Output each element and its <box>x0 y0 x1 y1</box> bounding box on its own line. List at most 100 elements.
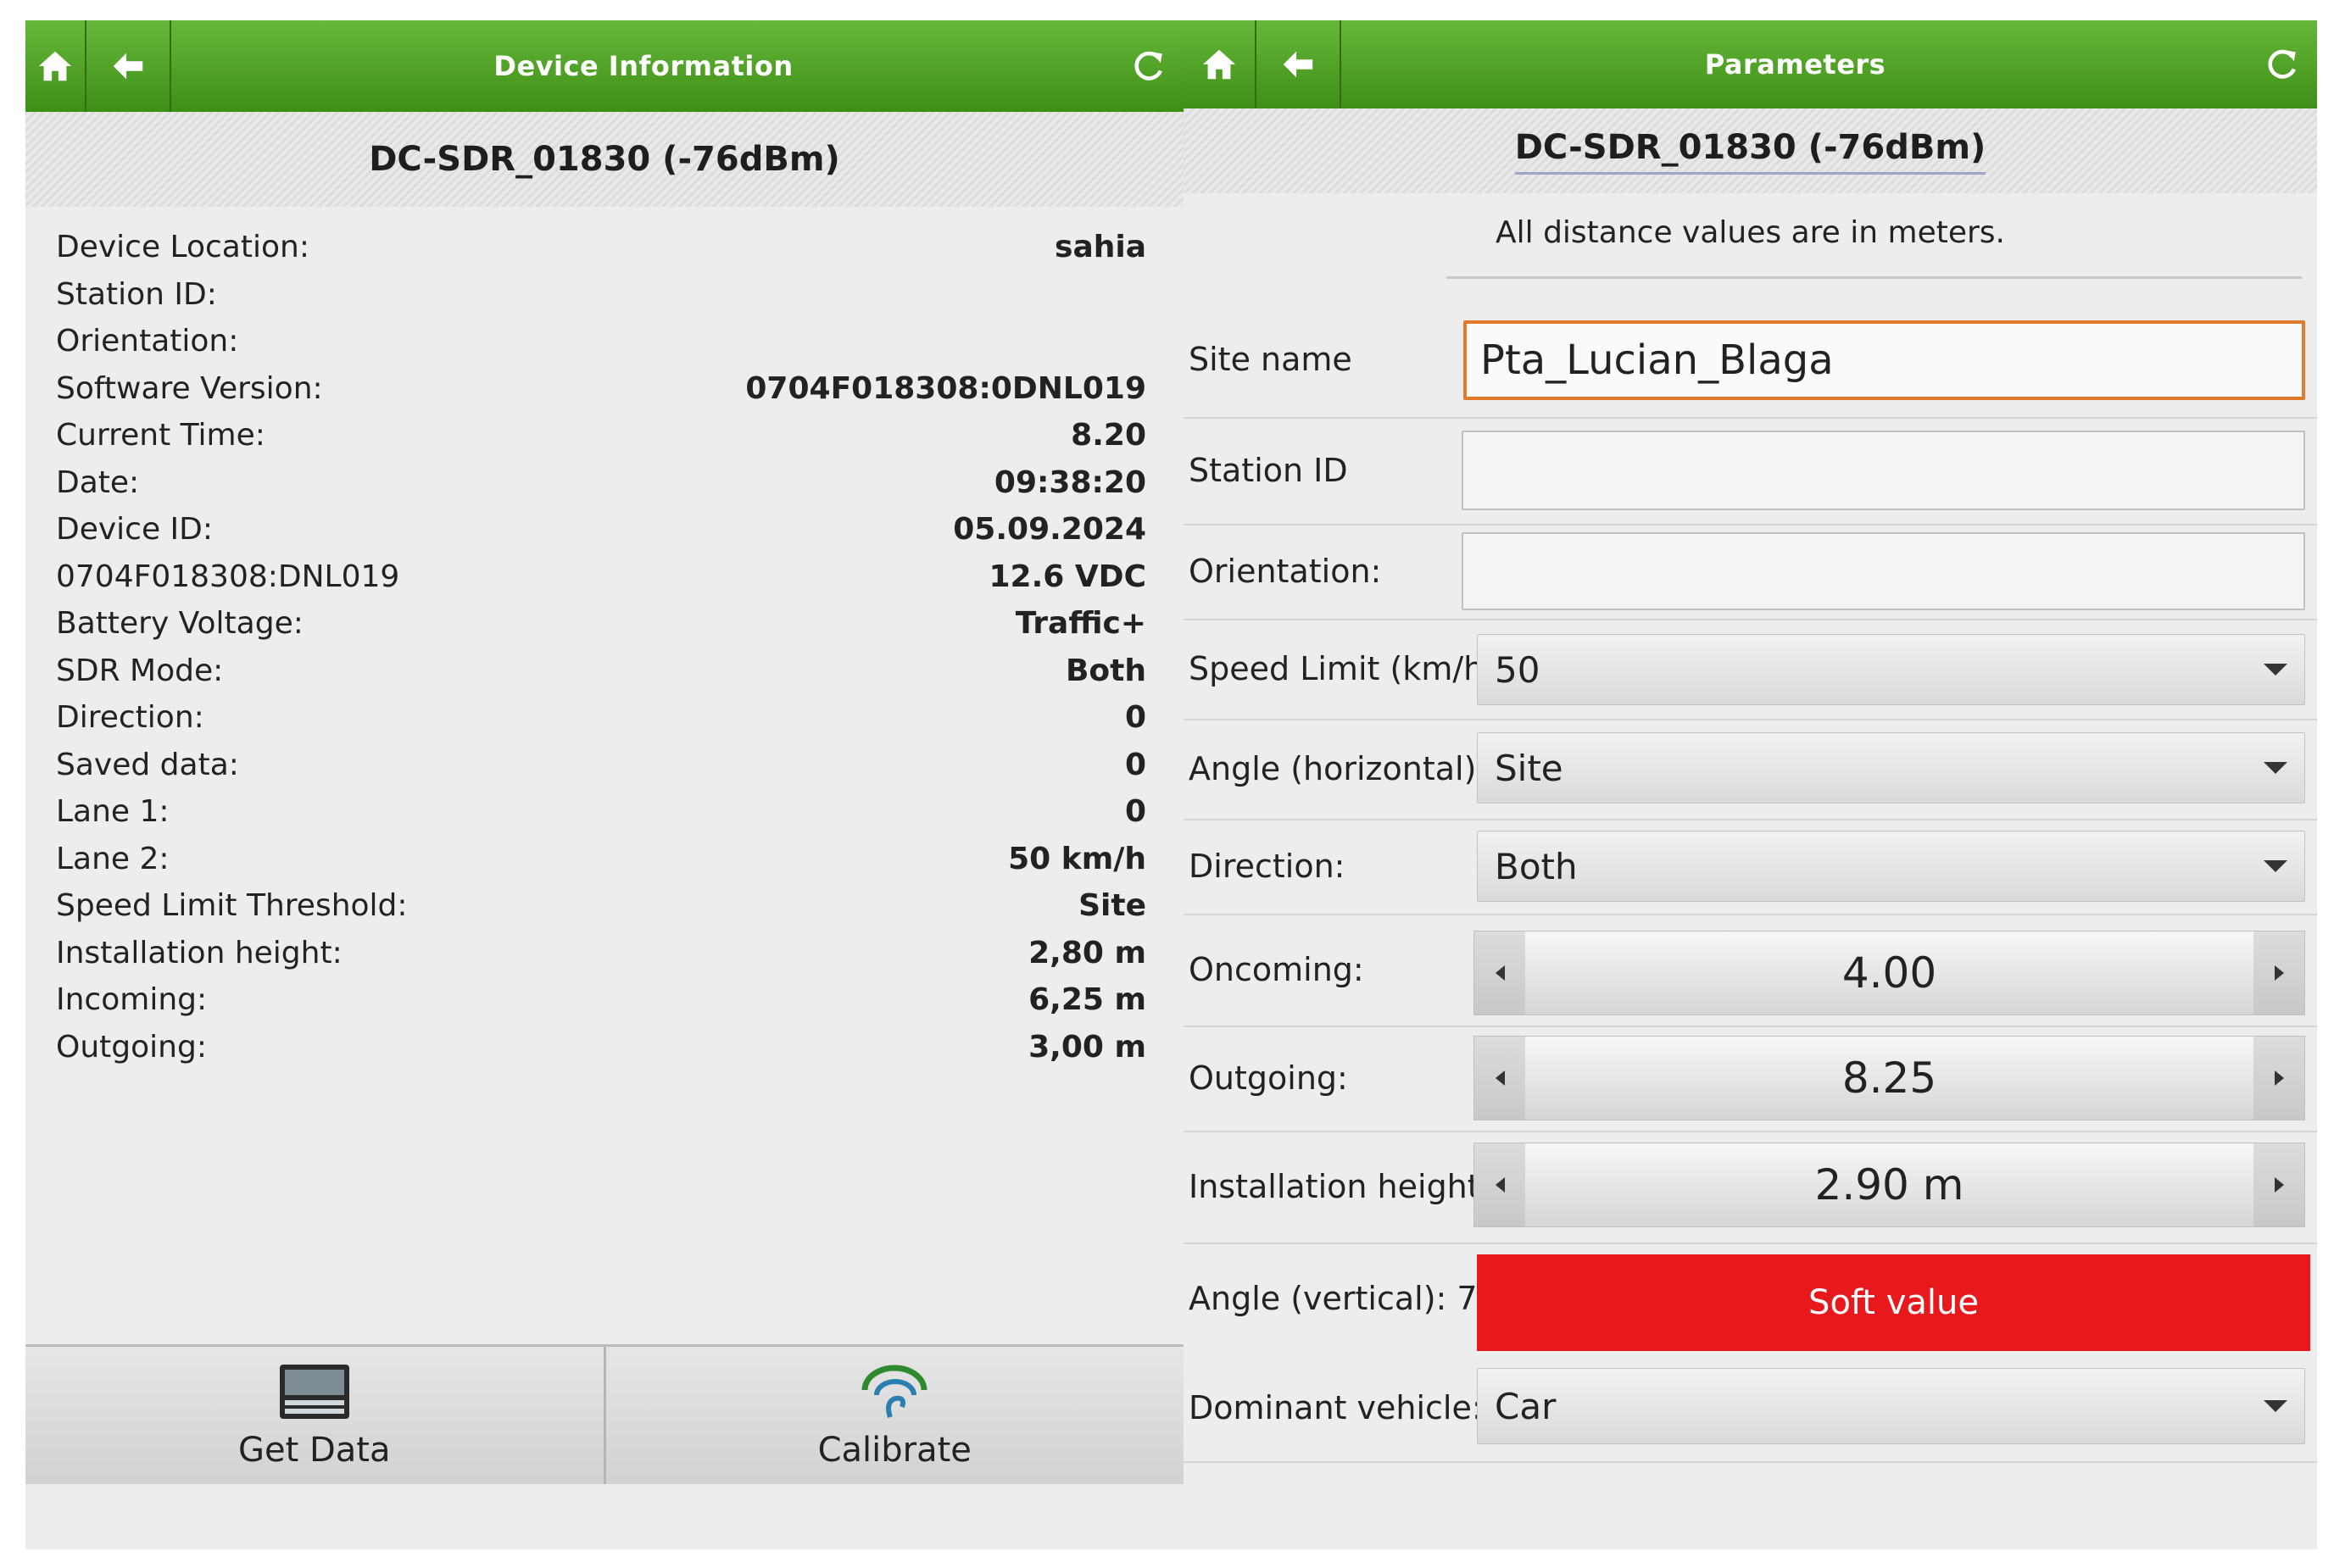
calibrate-icon <box>861 1365 927 1418</box>
station-id-input[interactable] <box>1462 431 2305 510</box>
outgoing-increment-button[interactable] <box>2253 1037 2304 1120</box>
chevron-down-icon <box>2264 762 2287 774</box>
action-bar: Get Data Calibrate <box>25 1344 1184 1484</box>
direction-dropdown[interactable]: Both <box>1477 831 2305 902</box>
info-row: Direction: 0 <box>56 694 1146 742</box>
info-value: 0 <box>1124 747 1146 782</box>
station-id-row: Station ID <box>1184 417 2317 525</box>
home-icon <box>1202 49 1236 80</box>
direction-label: Direction: <box>1189 848 1345 885</box>
info-row: Battery Voltage: Traffic+ <box>56 600 1146 648</box>
soft-value-button[interactable]: Soft value <box>1477 1254 2310 1351</box>
info-row: Speed Limit Threshold: Site <box>56 882 1146 930</box>
outgoing-stepper[interactable]: 8.25 <box>1473 1036 2305 1120</box>
home-icon <box>38 51 72 81</box>
dominant-vehicle-value: Car <box>1495 1385 1557 1427</box>
soft-value-label: Soft value <box>1808 1283 1979 1322</box>
info-value: 8.20 <box>1071 418 1146 453</box>
oncoming-increment-button[interactable] <box>2253 931 2304 1015</box>
refresh-button[interactable] <box>1116 47 1184 85</box>
info-value: Traffic+ <box>1015 606 1146 642</box>
parameters-panel: Parameters DC-SDR_01830 (-76dBm) All dis… <box>1184 20 2317 1549</box>
info-label: Speed Limit Threshold: <box>56 888 408 924</box>
angle-horizontal-value: Site <box>1495 747 1563 789</box>
speed-limit-label: Speed Limit (km/h) <box>1189 650 1497 687</box>
orientation-input[interactable] <box>1462 532 2305 610</box>
chevron-right-icon <box>2274 1070 2284 1086</box>
chevron-down-icon <box>2264 1400 2287 1412</box>
info-label: Direction: <box>56 700 204 736</box>
info-value: 09:38:20 <box>994 464 1146 500</box>
info-row: 0704F018308:DNL019 12.6 VDC <box>56 553 1146 601</box>
orientation-label: Orientation: <box>1189 553 1382 590</box>
get-data-label: Get Data <box>237 1431 391 1470</box>
outgoing-value: 8.25 <box>1841 1054 1937 1103</box>
oncoming-decrement-button[interactable] <box>1474 931 1525 1015</box>
info-label: Date: <box>56 464 140 500</box>
info-label: Lane 2: <box>56 841 170 876</box>
direction-row: Direction: Both <box>1184 819 2317 915</box>
dominant-vehicle-label: Dominant vehicle: <box>1189 1389 1483 1426</box>
info-row: Incoming: 6,25 m <box>56 976 1146 1024</box>
installation-height-increment-button[interactable] <box>2253 1143 2304 1226</box>
dominant-vehicle-dropdown[interactable]: Car <box>1477 1368 2305 1444</box>
orientation-row: Orientation: <box>1184 524 2317 620</box>
info-label: Saved data: <box>56 747 239 782</box>
site-name-label: Site name <box>1189 341 1352 378</box>
direction-value: Both <box>1495 845 1578 887</box>
back-arrow-icon <box>1283 51 1313 78</box>
info-row: Station ID: <box>56 271 1146 319</box>
angle-vertical-label: Angle (vertical): 78° <box>1189 1280 1514 1317</box>
page-title: Parameters <box>1704 48 1886 81</box>
top-bar: Device Information <box>25 20 1184 112</box>
site-name-input[interactable]: Pta_Lucian_Blaga <box>1463 320 2305 400</box>
home-button[interactable] <box>1184 20 1256 108</box>
chevron-down-icon <box>2264 860 2287 872</box>
back-button[interactable] <box>86 20 171 112</box>
refresh-icon <box>2268 49 2296 79</box>
chevron-down-icon <box>2264 664 2287 676</box>
info-value: 2,80 m <box>1028 935 1146 970</box>
refresh-icon <box>1134 51 1162 81</box>
outgoing-row: Outgoing: 8.25 <box>1184 1026 2317 1132</box>
installation-height-decrement-button[interactable] <box>1474 1143 1525 1226</box>
back-button[interactable] <box>1256 20 1341 108</box>
info-row: Outgoing: 3,00 m <box>56 1024 1146 1071</box>
installation-height-value: 2.90 m <box>1814 1160 1964 1209</box>
info-value: 50 km/h <box>1008 841 1146 876</box>
home-button[interactable] <box>25 20 86 112</box>
speed-limit-dropdown[interactable]: 50 <box>1477 634 2305 705</box>
info-row: Saved data: 0 <box>56 742 1146 789</box>
refresh-button[interactable] <box>2249 46 2317 83</box>
site-name-value: Pta_Lucian_Blaga <box>1480 336 1834 384</box>
oncoming-stepper[interactable]: 4.00 <box>1473 931 2305 1015</box>
info-label: Outgoing: <box>56 1029 207 1065</box>
info-row: SDR Mode: Both <box>56 648 1146 695</box>
get-data-button[interactable]: Get Data <box>25 1347 604 1484</box>
calibrate-button[interactable]: Calibrate <box>603 1347 1184 1484</box>
angle-horizontal-label: Angle (horizontal): <box>1189 750 1488 787</box>
oncoming-label: Oncoming: <box>1189 951 1364 988</box>
info-row: Orientation: <box>56 318 1146 365</box>
download-device-icon <box>279 1365 349 1419</box>
page-title: Device Information <box>493 50 794 82</box>
station-id-label: Station ID <box>1189 452 1348 489</box>
angle-vertical-row: Angle (vertical): 78° Soft value <box>1184 1243 2317 1354</box>
angle-horizontal-dropdown[interactable]: Site <box>1477 732 2305 803</box>
calibrate-label: Calibrate <box>817 1431 972 1470</box>
back-arrow-icon <box>113 53 143 80</box>
chevron-right-icon <box>2274 965 2284 981</box>
outgoing-decrement-button[interactable] <box>1474 1037 1525 1120</box>
info-label: Incoming: <box>56 982 208 1018</box>
info-label: Device Location: <box>56 230 309 265</box>
installation-height-row: Installation height: 2.90 m <box>1184 1131 2317 1244</box>
chevron-left-icon <box>1495 965 1505 981</box>
angle-horizontal-row: Angle (horizontal): Site <box>1184 719 2317 820</box>
info-value: 0704F018308:0DNL019 <box>745 370 1146 406</box>
units-note: All distance values are in meters. <box>1496 215 2005 250</box>
installation-height-stepper[interactable]: 2.90 m <box>1473 1143 2305 1227</box>
chevron-right-icon <box>2274 1177 2284 1193</box>
info-label: Software Version: <box>56 370 323 406</box>
speed-limit-row: Speed Limit (km/h) 50 <box>1184 619 2317 720</box>
dominant-vehicle-row: Dominant vehicle: Car <box>1184 1354 2317 1463</box>
